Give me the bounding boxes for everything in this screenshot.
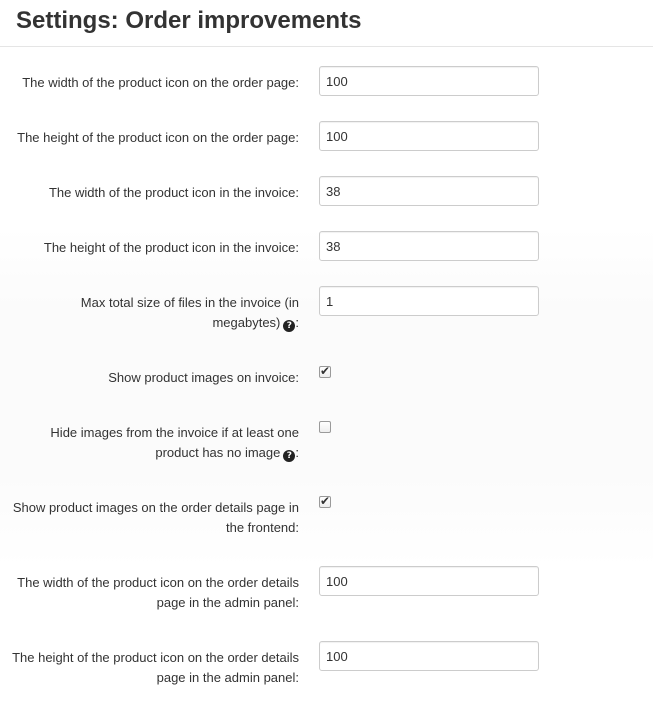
setting-label: Show product images on the order details… [12,500,299,535]
setting-label: The height of the product icon on the or… [17,130,299,145]
invoice-icon-width-input[interactable] [319,176,539,206]
setting-label: The width of the product icon on the ord… [17,575,299,610]
question-circle-icon[interactable]: ? [283,450,296,462]
setting-label: Show product images on invoice: [108,370,299,385]
admin-icon-width-input[interactable] [319,566,539,596]
show-frontend-images-checkbox[interactable]: ✔ [319,494,331,508]
setting-label: Max total size of files in the invoice (… [80,295,299,332]
setting-label: Hide images from the invoice if at least… [50,425,299,462]
invoice-icon-height-input[interactable] [319,231,539,261]
checkmark-icon: ✔ [320,494,331,508]
setting-label: The height of the product icon on the or… [12,650,299,685]
checkmark-icon: ✔ [320,364,331,378]
setting-label: The width of the product icon in the inv… [48,185,299,200]
hide-invoice-images-checkbox[interactable] [319,421,331,433]
setting-label: The width of the product icon on the ord… [22,75,299,90]
order-icon-height-input[interactable] [319,121,539,151]
settings-form: The width of the product icon on the ord… [0,47,653,704]
setting-label: The height of the product icon in the in… [43,240,299,255]
max-invoice-files-size-input[interactable] [319,286,539,316]
admin-icon-height-input[interactable] [319,641,539,671]
page-header: Settings: Order improvements [0,0,653,47]
show-invoice-images-checkbox[interactable]: ✔ [319,364,331,378]
page-title: Settings: Order improvements [16,7,362,34]
order-icon-width-input[interactable] [319,66,539,96]
question-circle-icon[interactable]: ? [283,320,296,332]
